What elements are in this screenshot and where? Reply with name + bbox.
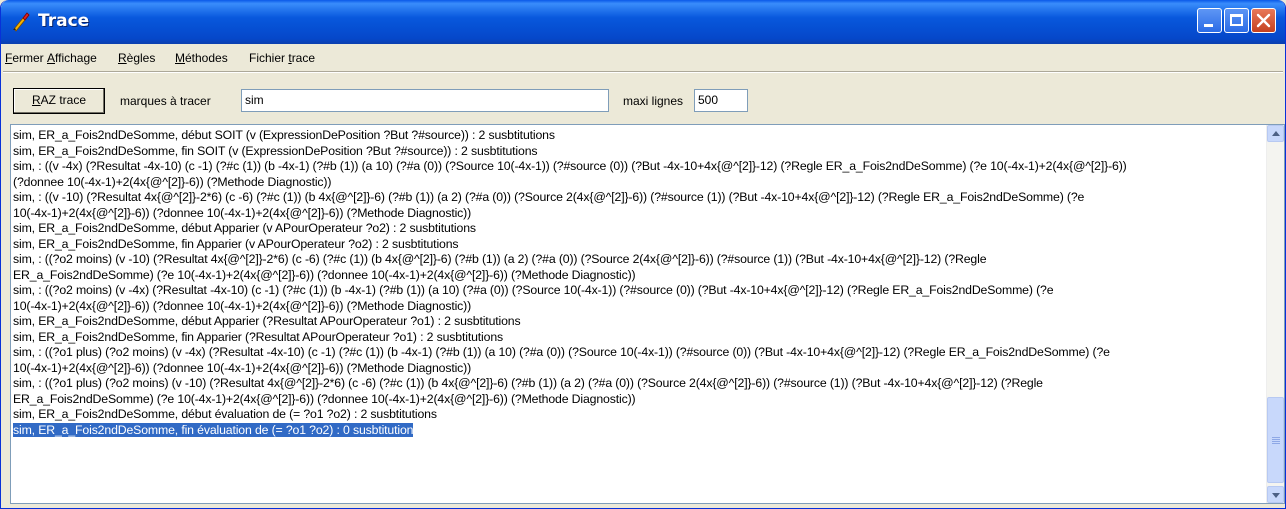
raz-trace-button[interactable]: RAZ trace xyxy=(13,88,105,114)
minimize-icon xyxy=(1204,24,1213,27)
scroll-down-button[interactable] xyxy=(1267,486,1284,503)
scroll-up-arrow-icon xyxy=(1272,131,1280,136)
trace-line[interactable]: sim, : ((v -10) (?Resultat 4x{@^[2]}-2*6… xyxy=(13,190,1261,206)
maximize-icon xyxy=(1230,14,1243,26)
scroll-down-arrow-icon xyxy=(1272,493,1280,498)
menu-fichier-trace[interactable]: Fichier trace xyxy=(249,51,315,65)
scroll-thumb[interactable] xyxy=(1267,397,1284,483)
trace-line[interactable]: sim, ER_a_Fois2ndDeSomme, fin Apparier (… xyxy=(13,237,1261,253)
title-bar[interactable]: Trace xyxy=(1,0,1285,44)
menu-methodes[interactable]: Méthodes xyxy=(175,51,228,65)
minimize-button[interactable] xyxy=(1197,8,1222,33)
trace-line[interactable]: sim, : ((?o1 plus) (?o2 moins) (v -4x) (… xyxy=(13,345,1261,361)
marques-input[interactable]: sim xyxy=(241,89,609,112)
trace-line[interactable]: sim, : ((?o2 moins) (v -4x) (?Resultat -… xyxy=(13,283,1261,299)
trace-line[interactable]: sim, ER_a_Fois2ndDeSomme, début Apparier… xyxy=(13,314,1261,330)
marques-label: marques à tracer xyxy=(120,94,211,108)
maxi-lignes-input[interactable]: 500 xyxy=(694,89,748,112)
trace-line[interactable]: ER_a_Fois2ndDeSomme) (?e 10(-4x-1)+2(4x{… xyxy=(13,392,1261,408)
maximize-button[interactable] xyxy=(1224,8,1249,33)
thumb-grip xyxy=(1272,439,1280,440)
scroll-up-button[interactable] xyxy=(1267,125,1284,142)
trace-line[interactable]: 10(-4x-1)+2(4x{@^[2]}-6)) (?donnee 10(-4… xyxy=(13,361,1261,377)
trace-line[interactable]: sim, : ((?o1 plus) (?o2 moins) (v -10) (… xyxy=(13,376,1261,392)
trace-line[interactable]: 10(-4x-1)+2(4x{@^[2]}-6)) (?donnee 10(-4… xyxy=(13,206,1261,222)
trace-line[interactable]: (?donnee 10(-4x-1)+2(4x{@^[2]}-6)) (?Met… xyxy=(13,175,1261,191)
trace-lines: sim, ER_a_Fois2ndDeSomme, début SOIT (v … xyxy=(13,128,1261,438)
vertical-scrollbar[interactable] xyxy=(1266,125,1284,503)
menu-fermer[interactable]: Fermer xyxy=(5,51,44,65)
trace-line[interactable]: sim, ER_a_Fois2ndDeSomme, fin SOIT (v (E… xyxy=(13,144,1261,160)
trace-line[interactable]: sim, ER_a_Fois2ndDeSomme, début SOIT (v … xyxy=(13,128,1261,144)
trace-line[interactable]: 10(-4x-1)+2(4x{@^[2]}-6)) (?donnee 10(-4… xyxy=(13,299,1261,315)
close-button[interactable] xyxy=(1251,8,1276,33)
app-trace-icon xyxy=(13,12,30,32)
maxi-lignes-label: maxi lignes xyxy=(623,94,684,108)
close-icon xyxy=(1256,13,1271,28)
menu-separator xyxy=(3,71,1283,73)
trace-line[interactable]: sim, : ((v -4x) (?Resultat -4x-10) (c -1… xyxy=(13,159,1261,175)
trace-line[interactable]: sim, : ((?o2 moins) (v -10) (?Resultat 4… xyxy=(13,252,1261,268)
trace-line[interactable]: sim, ER_a_Fois2ndDeSomme, début Apparier… xyxy=(13,221,1261,237)
menu-bar: Fermer Affichage Règles Méthodes Fichier… xyxy=(3,48,1285,70)
thumb-grip xyxy=(1272,437,1280,438)
menu-regles[interactable]: Règles xyxy=(118,51,155,65)
trace-window: Trace Fermer Affichage Règles Méthodes F… xyxy=(0,0,1286,509)
trace-line-selected[interactable]: sim, ER_a_Fois2ndDeSomme, fin évaluation… xyxy=(13,422,1261,439)
menu-affichage[interactable]: Affichage xyxy=(47,51,97,65)
trace-line[interactable]: sim, ER_a_Fois2ndDeSomme, fin Apparier (… xyxy=(13,330,1261,346)
thumb-grip xyxy=(1272,441,1280,442)
window-title: Trace xyxy=(38,11,90,31)
trace-output[interactable]: sim, ER_a_Fois2ndDeSomme, début SOIT (v … xyxy=(10,124,1285,504)
trace-line[interactable]: sim, ER_a_Fois2ndDeSomme, début évaluati… xyxy=(13,407,1261,423)
thumb-grip xyxy=(1272,443,1280,444)
trace-line[interactable]: ER_a_Fois2ndDeSomme) (?e 10(-4x-1)+2(4x{… xyxy=(13,268,1261,284)
